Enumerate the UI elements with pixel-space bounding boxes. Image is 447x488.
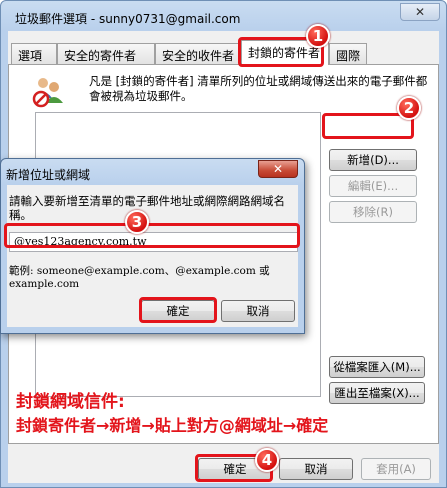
- tab-safe-recipients[interactable]: 安全的收件者: [155, 43, 241, 64]
- remove-button[interactable]: 移除(R): [329, 201, 417, 223]
- highlight-dialog-ok-button: [139, 297, 217, 323]
- step-badge-2: 2: [397, 96, 421, 120]
- step-badge-3: 3: [125, 210, 149, 234]
- blocked-senders-icon: [32, 78, 63, 108]
- tab-options[interactable]: 選項: [11, 43, 57, 64]
- window-title: 垃圾郵件選項 - sunny0731@gmail.com: [15, 12, 241, 26]
- step-badge-1: 1: [306, 24, 330, 48]
- close-icon: ✕: [272, 162, 284, 176]
- add-button[interactable]: 新增(D)...: [329, 149, 417, 171]
- dialog-example: 範例: someone@example.com、@example.com 或 e…: [9, 265, 270, 290]
- window-close-button[interactable]: ✕: [400, 3, 440, 21]
- panel-description: 凡是 [封鎖的寄件者] 清單所列的位址或網域傳送出來的電子郵件都會被視為垃圾郵件…: [89, 74, 428, 103]
- dialog-title: 新增位址或網域: [6, 168, 91, 182]
- dialog-cancel-button[interactable]: 取消: [221, 300, 295, 322]
- export-to-file-button[interactable]: 匯出至檔案(X)...: [329, 382, 425, 404]
- tab-international[interactable]: 國際: [329, 43, 367, 64]
- instruction-caption-line2: 封鎖寄件者→新增→貼上對方@網域址→確定: [16, 416, 329, 435]
- close-icon: ✕: [414, 5, 426, 19]
- instruction-caption-line1: 封鎖網域信件:: [16, 392, 125, 412]
- highlight-address-input: [4, 223, 300, 248]
- step-badge-4: 4: [255, 448, 279, 472]
- tab-safe-senders[interactable]: 安全的寄件者: [57, 43, 155, 64]
- import-from-file-button[interactable]: 從檔案匯入(M)...: [329, 356, 425, 378]
- dialog-close-button[interactable]: ✕: [258, 160, 298, 178]
- apply-button[interactable]: 套用(A): [361, 458, 431, 480]
- window-title-bar[interactable]: 垃圾郵件選項 - sunny0731@gmail.com ✕: [1, 1, 446, 31]
- cancel-button[interactable]: 取消: [279, 458, 353, 480]
- dialog-prompt: 請輸入要新增至清單的電子郵件地址或網際網路網域名稱。: [9, 194, 285, 222]
- edit-button[interactable]: 編輯(E)...: [329, 175, 417, 197]
